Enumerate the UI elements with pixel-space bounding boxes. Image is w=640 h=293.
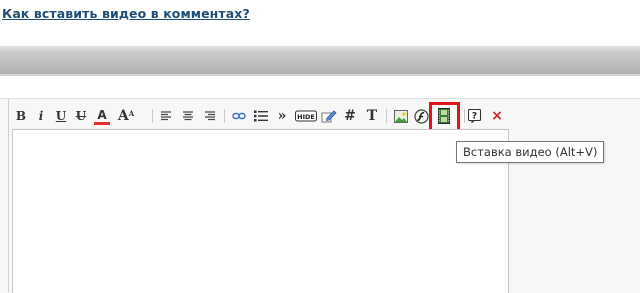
font-size-small-a: A — [128, 108, 135, 118]
header-bar — [0, 46, 640, 74]
pencil-icon — [321, 110, 337, 123]
hash-button[interactable]: # — [342, 106, 358, 126]
toolbar-separator — [386, 109, 387, 123]
image-icon — [394, 109, 408, 123]
list-button[interactable] — [252, 106, 270, 126]
svg-text:?: ? — [472, 111, 477, 121]
bold-button[interactable]: B — [14, 106, 28, 126]
toolbar-separator — [224, 109, 225, 123]
hide-button[interactable]: HIDE — [294, 106, 318, 126]
italic-button[interactable]: i — [34, 106, 48, 126]
toolbar-separator — [152, 109, 153, 123]
toolbar-separator — [464, 109, 465, 123]
hide-icon: HIDE — [295, 110, 317, 122]
strikethrough-button[interactable]: U — [74, 106, 88, 126]
hide-icon-label: HIDE — [297, 113, 315, 121]
list-icon — [254, 110, 268, 122]
font-size-button[interactable]: AA — [116, 106, 136, 126]
align-left-icon — [161, 111, 171, 121]
underline-button[interactable]: U — [54, 106, 68, 126]
comment-textarea[interactable] — [12, 129, 509, 293]
text-button[interactable]: T — [364, 106, 380, 126]
edit-button[interactable] — [320, 106, 338, 126]
quote-button[interactable]: » — [274, 106, 290, 126]
remove-format-button[interactable]: × — [490, 106, 504, 126]
align-center-button[interactable] — [180, 106, 196, 126]
font-size-label: A — [117, 108, 129, 124]
align-right-icon — [205, 111, 215, 121]
align-center-icon — [183, 111, 193, 121]
help-icon: ? — [468, 109, 482, 123]
font-color-button[interactable]: A — [94, 107, 110, 125]
header-bar-divider — [0, 74, 640, 76]
link-button[interactable] — [230, 106, 248, 126]
link-icon — [232, 112, 246, 120]
insert-image-button[interactable] — [392, 106, 410, 126]
panel-left-border — [8, 99, 9, 292]
insert-flash-button[interactable] — [412, 106, 430, 126]
align-left-button[interactable] — [158, 106, 174, 126]
flash-icon — [413, 108, 429, 124]
align-right-button[interactable] — [202, 106, 218, 126]
topic-title-link[interactable]: Как вставить видео в комментах? — [2, 6, 250, 21]
video-button-highlight — [429, 102, 460, 132]
video-button-tooltip: Вставка видео (Alt+V) — [456, 141, 605, 163]
help-button[interactable]: ? — [466, 106, 484, 126]
